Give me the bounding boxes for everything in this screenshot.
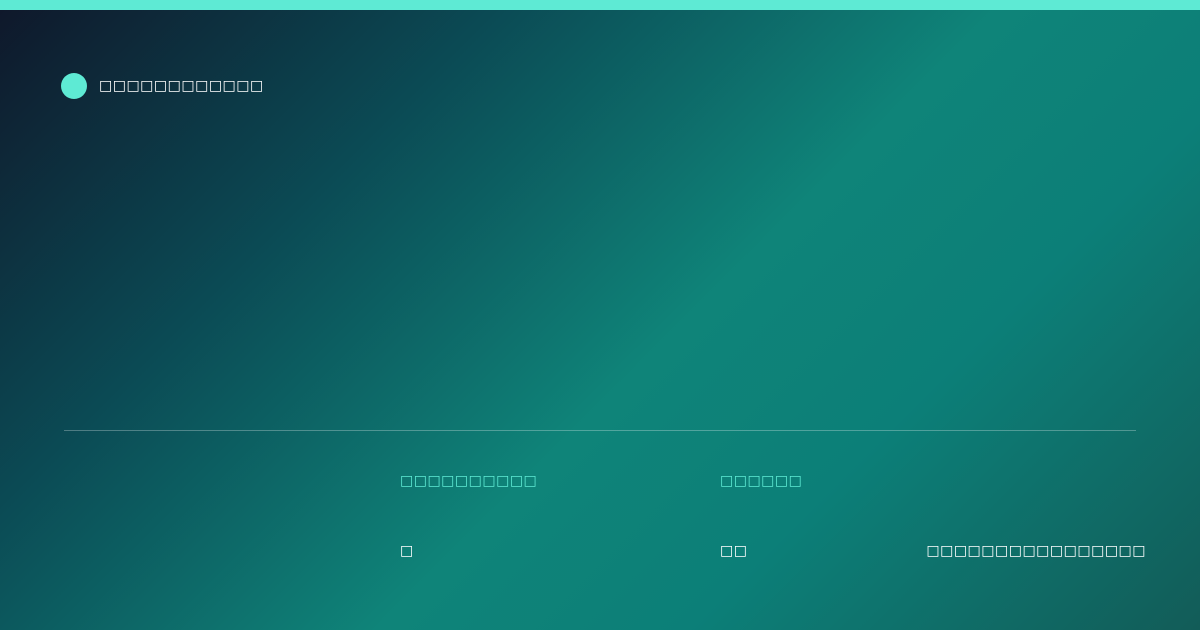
meta-label-1: □□□□□□□□□□ <box>400 473 538 489</box>
meta-value-2: □□ <box>720 543 748 559</box>
brand-dot-icon <box>61 73 87 99</box>
card-canvas: □□□□□□□□□□□□ □□□□□□□□□□ □□□□□□ □ □□ □□□□… <box>0 0 1200 630</box>
brand-name: □□□□□□□□□□□□ <box>99 78 264 94</box>
meta-value-1: □ <box>400 543 414 559</box>
divider <box>64 430 1136 431</box>
brand: □□□□□□□□□□□□ <box>61 73 264 99</box>
accent-top-bar <box>0 0 1200 10</box>
meta-label-2: □□□□□□ <box>720 473 803 489</box>
meta-value-3: □□□□□□□□□□□□□□□□ <box>926 543 1146 559</box>
